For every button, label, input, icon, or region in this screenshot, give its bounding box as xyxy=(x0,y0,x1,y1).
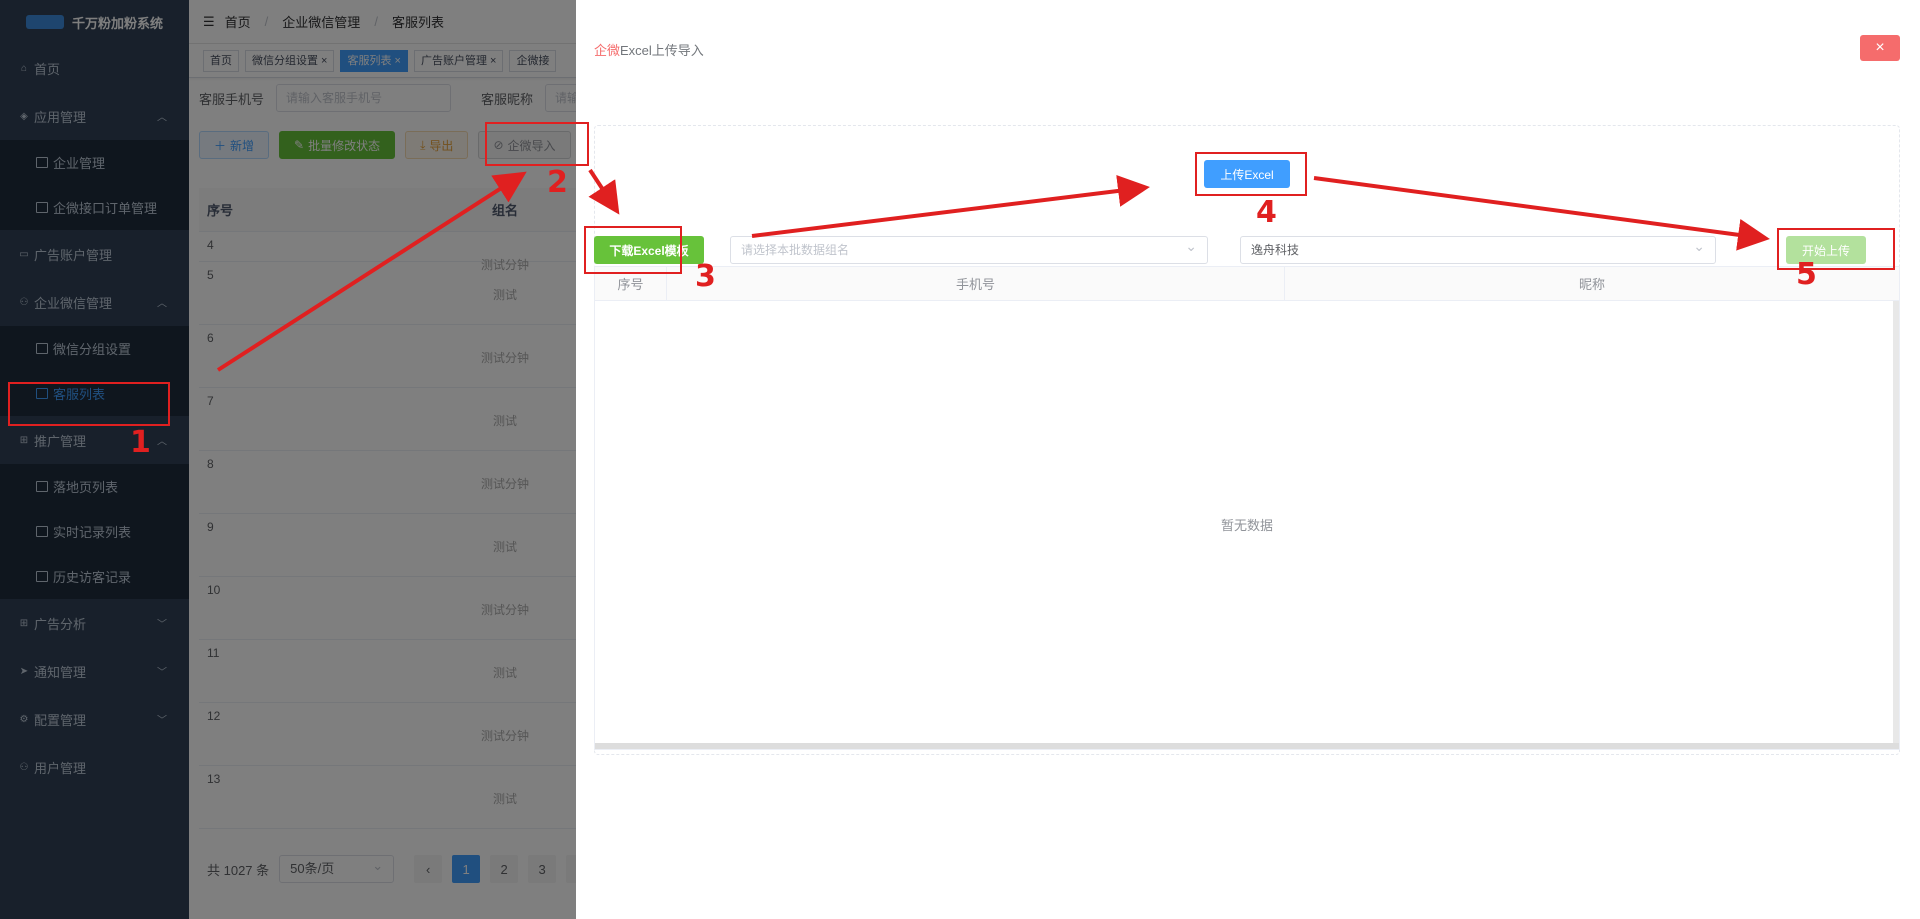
drawer-title: 企微Excel上传导入 xyxy=(594,43,704,58)
annotation-box-5 xyxy=(1777,228,1895,270)
annotation-number-1: 1 xyxy=(130,425,151,460)
empty-state: 暂无数据 xyxy=(1220,517,1273,533)
annotation-box-2 xyxy=(485,122,589,166)
annotation-number-3: 3 xyxy=(695,259,716,294)
group-name-select[interactable]: 请选择本批数据组名 xyxy=(730,233,1208,264)
horizontal-scrollbar[interactable] xyxy=(595,743,1899,749)
annotation-number-5: 5 xyxy=(1796,257,1817,292)
close-button[interactable]: × xyxy=(1860,35,1900,61)
annotation-box-3 xyxy=(584,226,682,274)
annotation-number-2: 2 xyxy=(547,165,568,200)
annotation-box-1 xyxy=(8,382,170,426)
company-select[interactable]: 逸舟科技 xyxy=(1240,233,1716,264)
vertical-scrollbar[interactable] xyxy=(1893,301,1899,747)
excel-import-drawer: 企微Excel上传导入 × 上传Excel 下载Excel模板 请选择本批数据组… xyxy=(576,0,1920,919)
import-table: 序号 手机号 昵称 暂无数据 xyxy=(594,266,1900,750)
annotation-box-4 xyxy=(1195,152,1307,196)
import-table-header: 序号 手机号 昵称 xyxy=(595,267,1899,301)
col-phone: 手机号 xyxy=(667,267,1285,300)
annotation-number-4: 4 xyxy=(1256,195,1277,230)
